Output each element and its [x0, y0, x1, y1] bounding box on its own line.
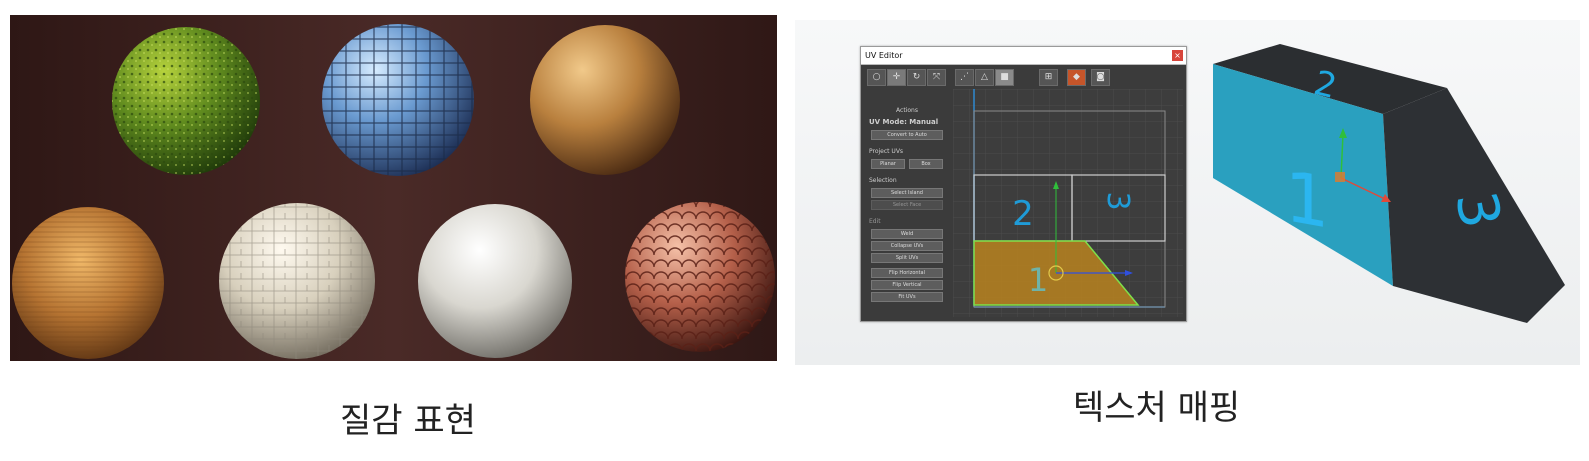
- moss-sphere: [112, 27, 260, 175]
- wood-sphere: [12, 207, 164, 359]
- flip-vertical-button[interactable]: Flip Vertical: [871, 280, 943, 290]
- uv-mode-label: UV Mode: Manual: [869, 118, 939, 126]
- brick-sphere: [219, 203, 375, 359]
- leather-sphere: [530, 25, 680, 175]
- caption-texture-mapping: 텍스처 매핑: [1073, 388, 1241, 428]
- move-tool-icon[interactable]: ✛: [887, 69, 906, 86]
- camera-icon[interactable]: ◙: [1091, 69, 1110, 86]
- split-uvs-button[interactable]: Split UVs: [871, 253, 943, 263]
- uv-label-1: 1: [1028, 261, 1048, 299]
- weld-button[interactable]: Weld: [871, 229, 943, 239]
- face-mode-icon[interactable]: ■: [995, 69, 1014, 86]
- select-tool-icon[interactable]: ○: [867, 69, 886, 86]
- planar-button[interactable]: Planar: [871, 159, 905, 169]
- uv-editor-titlebar: UV Editor ×: [861, 47, 1186, 65]
- uv-actions-sidebar: Actions UV Mode: Manual Convert to Auto …: [865, 105, 949, 315]
- uv-label-3: 3: [1100, 191, 1135, 210]
- uv-toolbar: ○ ✛ ↻ ⤧ ⋰ △ ■ ⊞ ◆ ◙: [867, 69, 1177, 86]
- blue-tile-sphere: [322, 24, 474, 176]
- collapse-uvs-button[interactable]: Collapse UVs: [871, 241, 943, 251]
- uv-canvas[interactable]: 2 3 1: [953, 89, 1183, 317]
- flip-horizontal-button[interactable]: Flip Horizontal: [871, 268, 943, 278]
- uv-label-2: 2: [1012, 194, 1034, 234]
- actions-header: Actions: [896, 107, 918, 114]
- uv-editor-window: UV Editor × ○ ✛ ↻ ⤧ ⋰ △ ■ ⊞ ◆ ◙ Actions …: [860, 46, 1187, 322]
- select-face-button[interactable]: Select Face: [871, 200, 943, 210]
- box-label-1: 1: [1285, 156, 1330, 245]
- convert-to-auto-button[interactable]: Convert to Auto: [871, 130, 943, 140]
- caption-texture-expression: 질감 표현: [340, 401, 476, 441]
- fit-uvs-button[interactable]: Fit UVs: [871, 292, 943, 302]
- edge-mode-icon[interactable]: △: [975, 69, 994, 86]
- edit-label: Edit: [869, 218, 881, 225]
- grid-icon[interactable]: ⊞: [1039, 69, 1058, 86]
- texture-mapping-image: UV Editor × ○ ✛ ↻ ⤧ ⋰ △ ■ ⊞ ◆ ◙ Actions …: [795, 20, 1580, 365]
- select-island-button[interactable]: Select Island: [871, 188, 943, 198]
- box-button[interactable]: Box: [909, 159, 943, 169]
- uv-editor-title: UV Editor: [865, 51, 903, 60]
- texture-icon[interactable]: ◆: [1067, 69, 1086, 86]
- spheres-render: [10, 15, 777, 361]
- mapped-box-render: 2 1 3: [1213, 44, 1565, 323]
- selection-label: Selection: [869, 177, 897, 184]
- material-spheres-image: [10, 15, 777, 361]
- plaster-sphere: [418, 204, 572, 358]
- scale-tool-icon[interactable]: ⤧: [927, 69, 946, 86]
- project-uvs-label: Project UVs: [869, 148, 904, 155]
- rotate-tool-icon[interactable]: ↻: [907, 69, 926, 86]
- scale-sphere: [625, 202, 775, 352]
- vertex-mode-icon[interactable]: ⋰: [955, 69, 974, 86]
- close-icon[interactable]: ×: [1172, 50, 1183, 61]
